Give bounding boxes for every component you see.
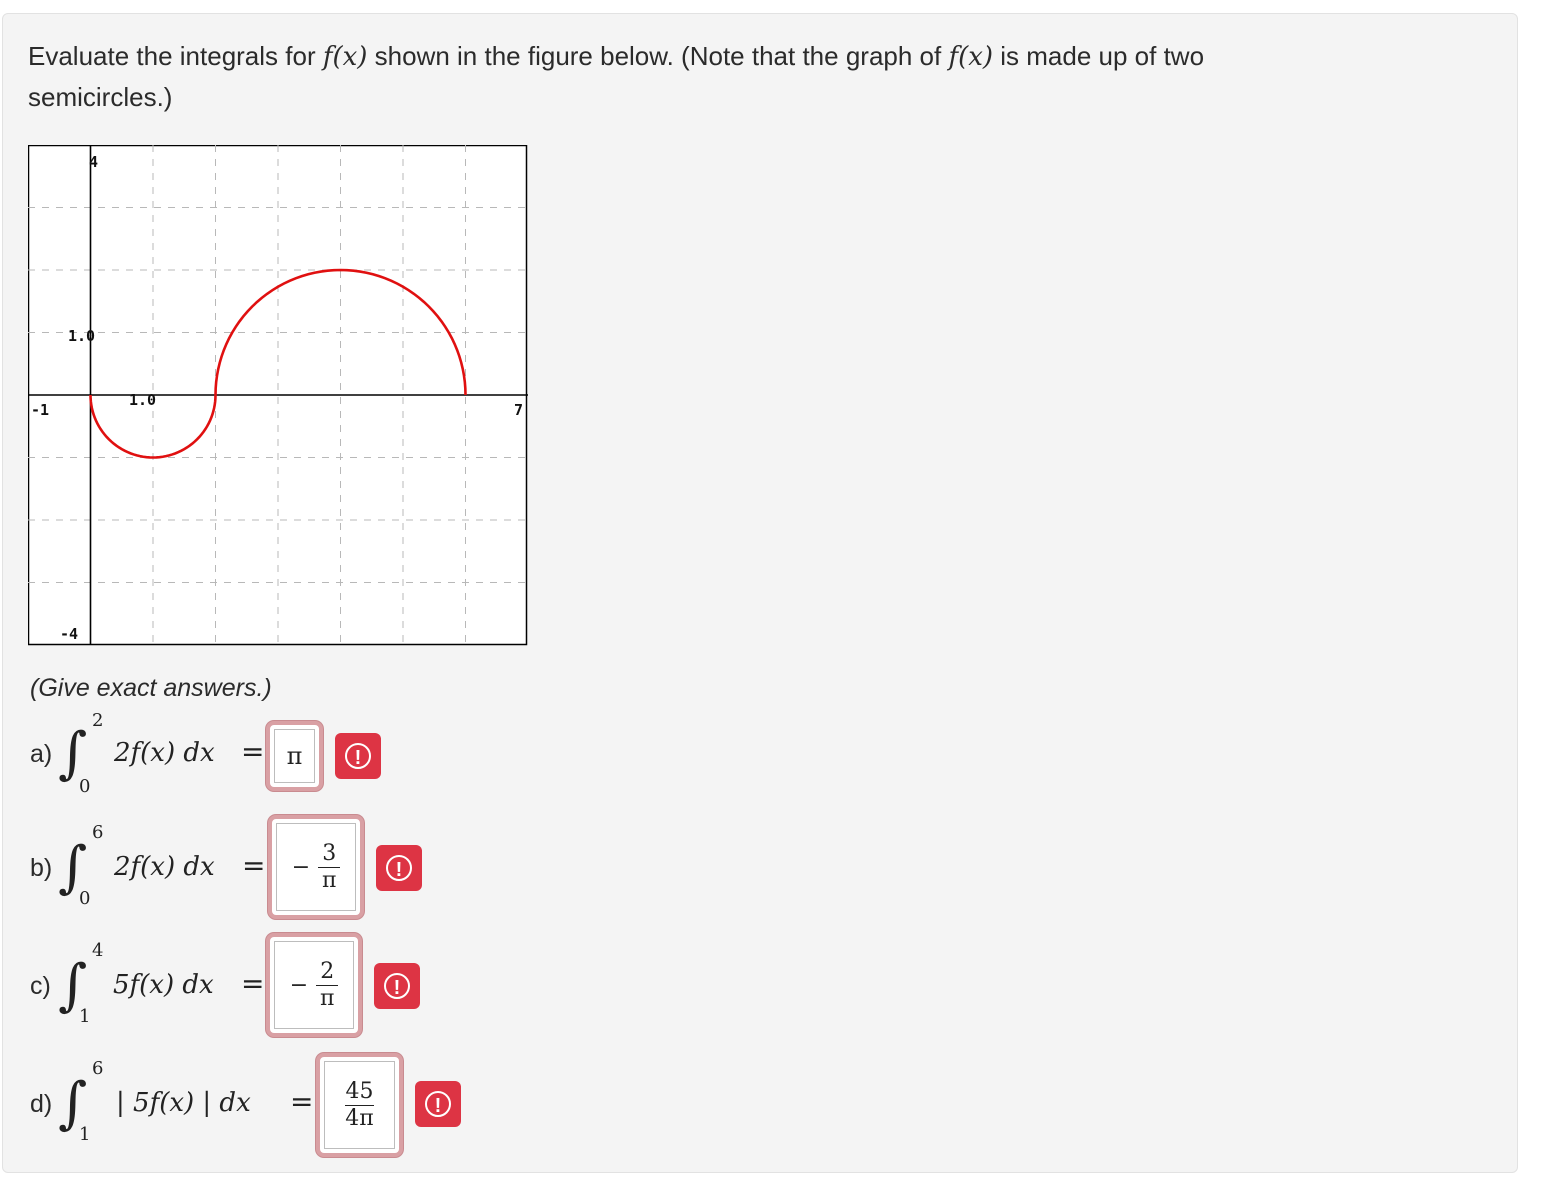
integrand-a: 2f(x) dx [114, 738, 215, 768]
question-d-label: d) [30, 1090, 53, 1118]
answer-box-a[interactable]: π [266, 721, 323, 791]
tick-label-x-left: -1 [31, 401, 49, 419]
equals-a: = [241, 735, 265, 768]
answer-c-numerator: 2 [320, 958, 335, 984]
prompt-fx-1: f(x) [322, 42, 368, 72]
upper-limit-a: 2 [92, 710, 104, 731]
answer-box-b[interactable]: − 3 π [268, 815, 364, 919]
answer-b-sign: − [291, 854, 311, 880]
equals-c: = [241, 967, 265, 1000]
exclamation-icon: ! [425, 1091, 451, 1117]
answer-d-denominator: 4π [345, 1105, 374, 1131]
warning-icon-c[interactable]: ! [374, 963, 420, 1009]
lower-limit-c: 1 [79, 1006, 91, 1027]
upper-limit-d: 6 [92, 1058, 104, 1079]
answer-box-d[interactable]: 45 4π [316, 1053, 403, 1157]
answer-a-value: π [286, 742, 303, 770]
question-c-label: c) [30, 972, 51, 1000]
prompt-text-line2: semicircles.) [28, 82, 173, 112]
tick-label-y-one: 1.0 [68, 327, 95, 345]
exclamation-icon: ! [386, 855, 412, 881]
answer-b-numerator: 3 [322, 840, 337, 866]
lower-limit-b: 0 [79, 888, 91, 909]
warning-icon-d[interactable]: ! [415, 1081, 461, 1127]
question-prompt: Evaluate the integrals for f(x) shown in… [28, 36, 1408, 117]
equals-b: = [242, 849, 266, 882]
prompt-text-c: is made up of two [993, 41, 1205, 71]
equals-d: = [290, 1085, 314, 1118]
prompt-text-a: Evaluate the integrals for [28, 41, 323, 71]
question-a-label: a) [30, 740, 53, 768]
integral-sign-a: ∫ [58, 721, 88, 786]
prompt-text-b: shown in the figure below. (Note that th… [367, 41, 949, 71]
answer-c-sign: − [289, 972, 309, 998]
lower-limit-d: 1 [79, 1124, 91, 1145]
integrand-b: 2f(x) dx [114, 852, 215, 882]
answer-d-numerator: 45 [345, 1078, 374, 1104]
instructions-text: (Give exact answers.) [30, 674, 272, 702]
warning-icon-a[interactable]: ! [335, 733, 381, 779]
answer-c-fraction: 2 π [316, 958, 339, 1012]
prompt-fx-2: f(x) [948, 42, 994, 72]
answer-b-fraction: 3 π [318, 840, 341, 894]
function-graph: 4 -4 1.0 -1 1.0 7 [28, 145, 528, 646]
question-b-label: b) [30, 854, 53, 882]
question-a: a) ∫ 2 0 2f(x) dx = [0, 710, 500, 840]
question-c: c) ∫ 4 1 5f(x) dx = [0, 940, 500, 1070]
tick-label-y-top: 4 [89, 153, 98, 171]
answer-c-denominator: π [319, 985, 335, 1011]
tick-label-x-right: 7 [514, 401, 523, 419]
answer-d-fraction: 45 4π [345, 1078, 374, 1132]
upper-limit-b: 6 [92, 822, 104, 843]
tick-label-y-bottom: -4 [60, 625, 78, 643]
integrand-c: 5f(x) dx [113, 970, 214, 1000]
exclamation-icon: ! [345, 743, 371, 769]
warning-icon-b[interactable]: ! [376, 845, 422, 891]
question-b: b) ∫ 6 0 2f(x) dx = [0, 822, 500, 952]
upper-limit-c: 4 [92, 940, 104, 961]
answer-b-denominator: π [321, 867, 337, 893]
tick-label-x-one: 1.0 [129, 391, 156, 409]
integrand-d: | 5f(x) | dx [116, 1088, 251, 1118]
answer-box-c[interactable]: − 2 π [266, 933, 362, 1037]
exclamation-icon: ! [384, 973, 410, 999]
lower-limit-a: 0 [79, 776, 91, 797]
